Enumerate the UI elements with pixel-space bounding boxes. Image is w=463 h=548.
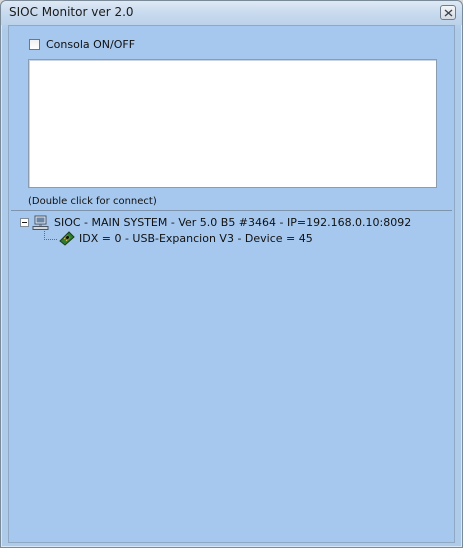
tree-node-label: SIOC - MAIN SYSTEM - Ver 5.0 B5 #3464 - …	[54, 216, 412, 229]
window-title: SIOC Monitor ver 2.0	[9, 5, 134, 19]
tree-node-label: IDX = 0 - USB-Expancion V3 - Device = 45	[79, 232, 313, 245]
console-toggle-label: Consola ON/OFF	[46, 37, 136, 51]
computer-icon	[32, 215, 49, 230]
close-button[interactable]	[440, 5, 456, 20]
collapse-toggle[interactable]	[20, 218, 29, 227]
console-output[interactable]	[28, 59, 437, 188]
close-icon	[444, 9, 453, 17]
client-area: Consola ON/OFF (Double click for connect…	[8, 25, 455, 543]
title-bar[interactable]: SIOC Monitor ver 2.0	[1, 1, 462, 25]
console-toggle[interactable]: Consola ON/OFF	[29, 37, 135, 51]
circuit-board-icon	[59, 231, 75, 246]
device-tree[interactable]: SIOC - MAIN SYSTEM - Ver 5.0 B5 #3464 - …	[11, 210, 452, 541]
tree-node-usb-device[interactable]: IDX = 0 - USB-Expancion V3 - Device = 45	[59, 231, 313, 246]
console-checkbox[interactable]	[29, 38, 40, 50]
connect-hint: (Double click for connect)	[28, 196, 157, 207]
tree-node-main-system[interactable]: SIOC - MAIN SYSTEM - Ver 5.0 B5 #3464 - …	[20, 215, 411, 230]
sioc-monitor-window: SIOC Monitor ver 2.0 Consola ON/OFF (Dou…	[0, 0, 463, 548]
